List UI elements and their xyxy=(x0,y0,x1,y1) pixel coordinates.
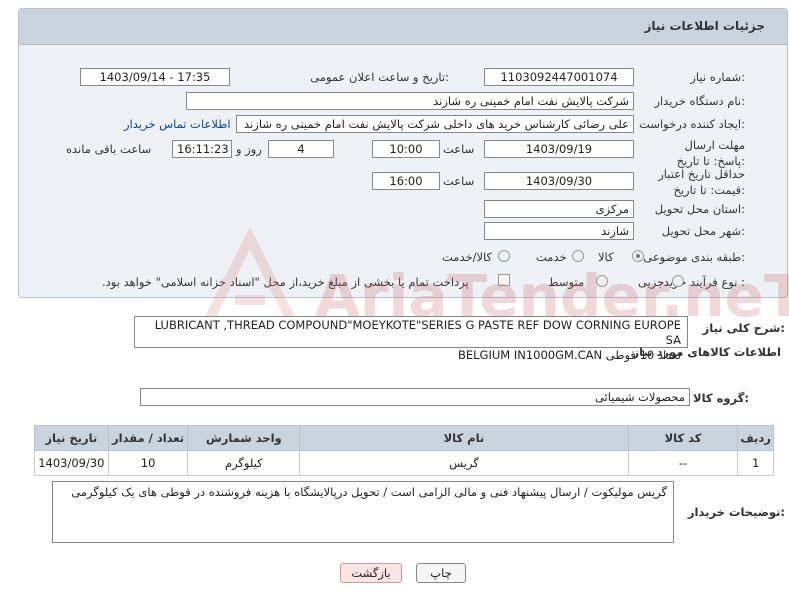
deadline-label: مهلت ارسال پاسخ: تا تاریخ: xyxy=(676,138,745,168)
cell-quantity: 10 xyxy=(107,450,189,476)
creator-label: ایجاد کننده درخواست: xyxy=(639,117,745,131)
purchase-minor-radio[interactable] xyxy=(672,275,684,287)
goods-group-field: محصولات شیمیائی xyxy=(140,388,690,406)
category-goods-radio[interactable] xyxy=(632,250,644,262)
buyer-notes-label: توضیحات خریدار: xyxy=(687,505,785,519)
deadline-date-field: 1403/09/19 xyxy=(484,140,634,158)
print-button[interactable]: چاپ xyxy=(416,563,466,583)
cell-row: 1 xyxy=(737,450,774,476)
purchase-medium-radio[interactable] xyxy=(596,275,608,287)
validity-label: حداقل تاریخ اعتبار قیمت: تا تاریخ: xyxy=(658,167,745,197)
col-unit: واحد شمارش xyxy=(187,425,301,451)
remaining-label: ساعت باقی مانده xyxy=(66,142,152,156)
summary-line-1: LUBRICANT ,THREAD COMPOUND"MOEYKOTE"SERI… xyxy=(154,318,681,347)
summary-box: LUBRICANT ,THREAD COMPOUND"MOEYKOTE"SERI… xyxy=(134,316,688,362)
validity-time-field: 16:00 xyxy=(372,172,440,190)
cell-name: گریس xyxy=(299,450,629,476)
panel-title: جزئیات اطلاعات نیاز xyxy=(644,19,765,33)
category-both-label: کالا/خدمت xyxy=(442,250,493,264)
deadline-time-label: ساعت xyxy=(443,142,475,156)
col-code: کد کالا xyxy=(627,425,739,451)
province-field: مرکزی xyxy=(484,200,634,218)
contact-info-link[interactable]: اطلاعات تماس خریدار xyxy=(124,117,231,131)
cell-code: -- xyxy=(627,450,739,476)
announce-label: تاریخ و ساعت اعلان عمومی: xyxy=(310,70,449,84)
remaining-time-field: 16:11:23 xyxy=(172,140,232,158)
days-label: روز و xyxy=(236,142,262,156)
cell-date: 1403/09/30 xyxy=(34,450,109,476)
category-both-radio[interactable] xyxy=(498,250,510,262)
city-label: شهر محل تحویل: xyxy=(661,224,745,238)
goods-section-title: اطلاعات کالاهای مورد نیاز xyxy=(632,345,781,359)
summary-line-2: BELGIUM IN1000GM.CAN تعداد 10 قوطی xyxy=(457,348,681,362)
category-goods-label: کالا xyxy=(598,250,614,264)
buyer-notes-box: گریس مولیکوت / ارسال پیشنهاد فنی و مالی … xyxy=(52,481,674,543)
validity-date-field: 1403/09/30 xyxy=(484,172,634,190)
col-name: نام کالا xyxy=(299,425,629,451)
goods-group-label: گروه کالا: xyxy=(693,391,749,405)
validity-time-label: ساعت xyxy=(443,174,475,188)
province-label: استان محل تحویل: xyxy=(654,202,745,216)
city-field: شازند xyxy=(484,222,634,240)
cell-unit: کیلوگرم xyxy=(187,450,301,476)
creator-field: علی رضائی کارشناس خرید های داخلی شرکت پا… xyxy=(236,115,634,133)
category-label: طبقه بندی موضوعی: xyxy=(643,250,745,264)
back-button[interactable]: بازگشت xyxy=(340,563,402,583)
announce-field: 1403/09/14 - 17:35 xyxy=(80,68,230,86)
col-date: تاریخ نیاز xyxy=(34,425,109,451)
col-row: ردیف xyxy=(737,425,774,451)
need-number-label: شماره نیاز: xyxy=(690,70,745,84)
panel-header: جزئیات اطلاعات نیاز xyxy=(19,9,787,45)
buyer-label: نام دستگاه خریدار: xyxy=(654,94,745,108)
category-service-radio[interactable] xyxy=(572,250,584,262)
table-row: 1403/09/30 10 کیلوگرم گریس -- 1 xyxy=(34,450,774,476)
need-number-field: 1103092447001074 xyxy=(484,68,634,86)
treasury-payment-checkbox[interactable] xyxy=(498,274,510,286)
goods-table-header: تاریخ نیاز تعداد / مقدار واحد شمارش نام … xyxy=(34,425,774,451)
deadline-time-field: 10:00 xyxy=(372,140,440,158)
days-field: 4 xyxy=(268,140,334,158)
summary-label: شرح کلی نیاز: xyxy=(702,321,785,335)
category-service-label: خدمت xyxy=(536,250,567,264)
goods-table: تاریخ نیاز تعداد / مقدار واحد شمارش نام … xyxy=(34,425,774,476)
purchase-medium-label: متوسط xyxy=(548,275,585,289)
col-quantity: تعداد / مقدار xyxy=(107,425,189,451)
purchase-minor-label: جزیی xyxy=(638,275,665,289)
treasury-payment-note: پرداخت تمام یا بخشی از مبلغ خرید،از محل … xyxy=(102,275,469,289)
buyer-field: شرکت پالایش نفت امام خمینی ره شازند xyxy=(186,92,634,110)
